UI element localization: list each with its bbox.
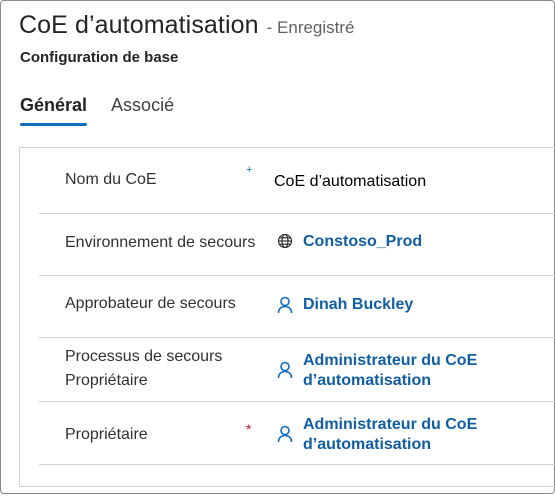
backup-process-owner-link[interactable]: Administrateur du CoE d’automatisation <box>303 351 503 391</box>
owner-link[interactable]: Administrateur du CoE d’automatisation <box>303 415 503 455</box>
recommended-marker: + <box>246 164 253 176</box>
coe-name-input[interactable]: CoE d’automatisation <box>274 171 426 193</box>
page-title: CoE d’automatisation <box>19 11 259 39</box>
person-icon <box>275 424 295 444</box>
field-label: Propriétaire <box>65 426 148 443</box>
form-window: CoE d’automatisation - Enregistré Config… <box>0 0 555 494</box>
person-icon <box>275 295 295 315</box>
tab-bar: Général Associé <box>20 95 174 126</box>
field-row-owner: Propriétaire * Administrateur du CoE d’a… <box>39 401 555 465</box>
tab-related[interactable]: Associé <box>111 95 174 126</box>
field-label: Approbateur de secours <box>65 295 236 312</box>
field-label: Nom du CoE <box>65 171 157 188</box>
form-subtitle: Configuration de base <box>20 49 179 66</box>
globe-icon <box>277 233 293 249</box>
form-section: Nom du CoE + CoE d’automatisation Enviro… <box>19 147 555 487</box>
field-label: Processus de secours Propriétaire <box>65 348 223 389</box>
required-marker: * <box>246 421 252 437</box>
field-label: Environnement de secours <box>65 234 256 251</box>
save-status: - Enregistré <box>266 18 355 37</box>
person-icon <box>275 360 295 380</box>
header: CoE d’automatisation - Enregistré <box>19 11 355 40</box>
field-row-backup-process-owner: Processus de secours Propriétaire Admini… <box>39 337 555 402</box>
backup-approver-link[interactable]: Dinah Buckley <box>303 295 413 315</box>
backup-environment-link[interactable]: Constoso_Prod <box>303 232 422 252</box>
field-row-coe-name: Nom du CoE + CoE d’automatisation <box>39 148 555 214</box>
field-row-backup-environment: Environnement de secours Constoso_Prod <box>39 213 555 276</box>
field-row-backup-approver: Approbateur de secours Dinah Buckley <box>39 275 555 338</box>
tab-general[interactable]: Général <box>20 95 88 126</box>
